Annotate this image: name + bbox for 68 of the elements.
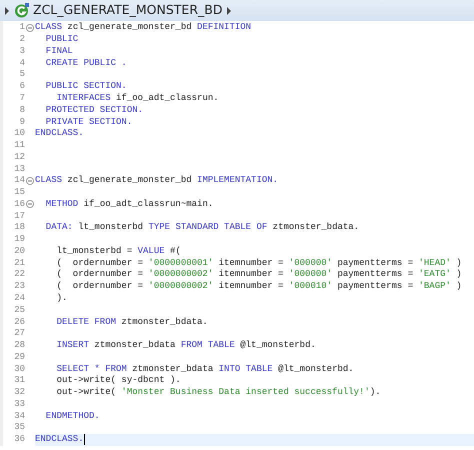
code-line: PROTECTED SECTION. — [44, 104, 144, 116]
code-line: ( ordernumber = '0000000002' itemnumber = '000010' paymentterms = 'BAGP' ) — [56, 281, 462, 292]
collapse-icon[interactable] — [26, 24, 34, 32]
line-number: 33 — [14, 398, 25, 410]
line-number: 29 — [14, 352, 25, 363]
text-cursor — [84, 434, 86, 446]
line-number: 24 — [14, 292, 25, 304]
code-line: ENDCLASS. — [35, 434, 84, 446]
line-number: 8 — [20, 104, 25, 116]
line-number: 13 — [14, 164, 25, 175]
line-number: 21 — [14, 258, 25, 269]
code-line: FINAL — [44, 46, 73, 57]
line-number: 36 — [14, 434, 25, 446]
code-line: PUBLIC — [44, 34, 78, 46]
code-line: INTERFACES if_oo_adt_classrun. — [56, 92, 219, 104]
collapse-icon[interactable] — [26, 200, 34, 208]
line-number: 25 — [14, 304, 25, 316]
line-number: 6 — [20, 81, 25, 92]
line-number: 26 — [14, 316, 25, 328]
line-number: 22 — [14, 269, 25, 280]
line-number: 12 — [14, 152, 25, 163]
line-number: 16 — [14, 198, 25, 210]
line-number: 7 — [20, 92, 25, 104]
code-line: ENDCLASS. — [35, 128, 84, 140]
line-number: 1 — [20, 22, 25, 34]
line-number: 9 — [20, 116, 25, 128]
class-name[interactable]: ZCL_GENERATE_MONSTER_BD — [33, 1, 222, 20]
code-line: ( ordernumber = '0000000002' itemnumber = '000000' paymentterms = 'EATG' ) — [56, 269, 462, 280]
code-line: DELETE FROM ztmonster_bdata. — [56, 316, 208, 328]
line-number: 3 — [20, 46, 25, 57]
expand-arrow-icon[interactable] — [226, 6, 232, 14]
code-line: CLASS zcl_generate_monster_bd DEFINITION — [35, 22, 252, 34]
line-number: 35 — [14, 422, 25, 434]
line-number: 4 — [20, 58, 25, 69]
line-number: 23 — [14, 281, 25, 292]
line-number: 15 — [14, 187, 25, 198]
line-number: 18 — [14, 222, 25, 234]
code-line: PRIVATE SECTION. — [44, 116, 132, 128]
line-number: 11 — [14, 140, 25, 152]
line-number: 10 — [14, 128, 25, 140]
class-icon — [14, 3, 29, 18]
line-number: 20 — [14, 246, 25, 257]
line-number: 27 — [14, 328, 25, 340]
code-line: CLASS zcl_generate_monster_bd IMPLEMENTATION. — [35, 175, 278, 186]
line-number: 19 — [14, 234, 25, 246]
collapse-icon[interactable] — [26, 176, 34, 185]
line-number: 31 — [14, 375, 25, 386]
code-line: out->write( sy-dbcnt ). — [56, 375, 181, 386]
line-number: 5 — [20, 69, 25, 80]
line-number: 32 — [14, 387, 25, 398]
code-line: PUBLIC SECTION. — [44, 81, 127, 92]
code-line: lt_monsterbd = VALUE #( — [56, 246, 181, 257]
line-number: 14 — [14, 175, 25, 186]
line-number: 28 — [14, 340, 25, 352]
code-line: METHOD if_oo_adt_classrun~main. — [44, 198, 214, 210]
code-line: ENDMETHOD. — [44, 410, 100, 422]
code-line: out->write( 'Monster Business Data inserted successfully!'). — [56, 387, 381, 398]
line-number: 30 — [14, 364, 25, 375]
code-line: ). — [56, 292, 68, 304]
line-number: 2 — [20, 34, 25, 46]
code-line: SELECT * FROM ztmonster_bdata INTO TABLE @lt_monsterbd. — [56, 364, 354, 375]
code-line: ( ordernumber = '0000000001' itemnumber = '000000' paymentterms = 'HEAD' ) — [56, 258, 462, 269]
line-number: 34 — [14, 410, 25, 422]
expand-arrow-icon[interactable] — [4, 6, 10, 14]
code-line: INSERT ztmonster_bdata FROM TABLE @lt_monsterbd. — [56, 340, 316, 352]
code-line: CREATE PUBLIC . — [44, 58, 127, 69]
code-line: DATA: lt_monsterbd TYPE STANDARD TABLE OF ztmonster_bdata. — [44, 222, 360, 234]
line-number: 17 — [14, 210, 25, 222]
